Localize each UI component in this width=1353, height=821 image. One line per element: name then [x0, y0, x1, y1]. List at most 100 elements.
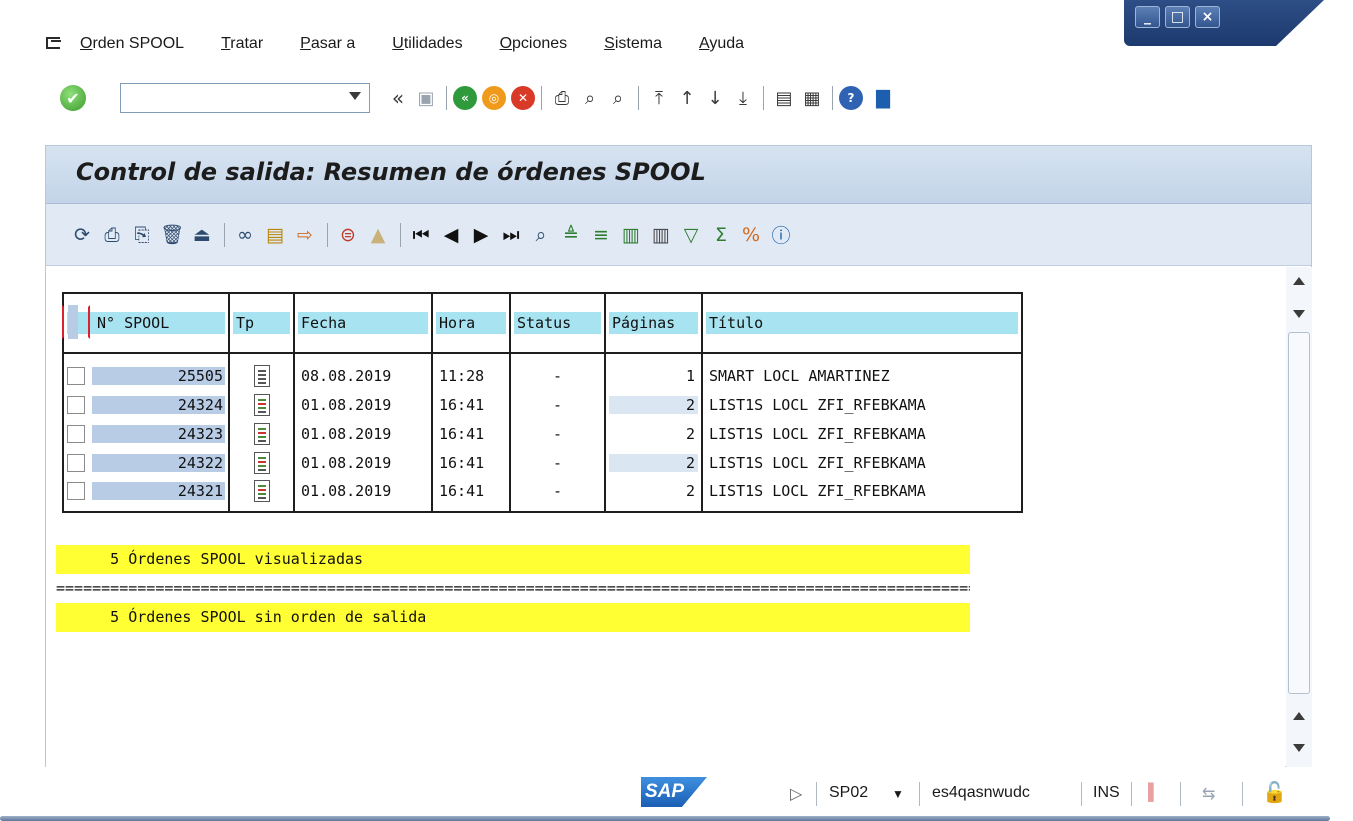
expand-status-icon[interactable]: ▷ [790, 784, 802, 804]
table-row[interactable]: 25505 08.08.2019 11:28-1 SMART LOCL AMARTIN… [62, 353, 1023, 390]
header-title[interactable]: Título [701, 292, 1023, 354]
back-icon[interactable]: « [453, 86, 477, 110]
display-in-maximum-icon[interactable]: ▤ [261, 221, 289, 249]
exit-icon[interactable]: ◎ [482, 86, 506, 110]
lock-icon[interactable]: 🔓 [1262, 780, 1287, 805]
system-menu-icon[interactable] [42, 34, 66, 54]
delete-icon[interactable]: 🗑 [158, 221, 186, 249]
transaction-dropdown-icon[interactable]: ▼ [892, 787, 904, 801]
print-directly-icon[interactable]: ⎙ [98, 221, 126, 249]
list-icon[interactable] [253, 451, 270, 474]
insert-mode[interactable]: INS [1093, 784, 1120, 802]
save-icon[interactable]: ▣ [412, 84, 440, 112]
table-row[interactable]: 24323 01.08.2019 16:41-2 LIST1S LOCL ZFI_RF… [62, 419, 1023, 448]
cell-pages: 2 [604, 448, 703, 477]
cell-status: - [509, 390, 606, 419]
last-page-icon[interactable]: ⤓ [729, 84, 757, 112]
shortcut-icon[interactable]: ▦ [798, 84, 826, 112]
display-contents-icon[interactable]: ∞ [231, 221, 259, 249]
menu-item[interactable]: Utilidades [392, 35, 462, 53]
maximize-button[interactable]: □ [1165, 6, 1190, 28]
cell-status: - [509, 448, 606, 477]
header-type[interactable]: Tp [228, 292, 295, 354]
document-icon[interactable] [253, 365, 270, 387]
menu-label: yuda [709, 35, 745, 52]
scroll-page-down-icon[interactable] [1293, 744, 1305, 752]
vertical-scrollbar[interactable] [1286, 267, 1312, 767]
first-entry-icon[interactable]: ⏮ [407, 221, 435, 249]
row-checkbox[interactable] [67, 482, 85, 500]
next-page-icon[interactable]: ↓ [701, 84, 729, 112]
sort-descending-icon[interactable]: ≡ [587, 221, 615, 249]
list-icon[interactable] [253, 422, 270, 445]
refresh-icon[interactable]: ⟳ [68, 221, 96, 249]
last-entry-icon[interactable]: ⏭ [497, 221, 525, 249]
row-checkbox[interactable] [67, 395, 85, 414]
row-checkbox[interactable] [67, 367, 85, 385]
find-icon[interactable]: ⌕ [576, 84, 604, 112]
scroll-up-icon[interactable] [1293, 277, 1305, 285]
spool-number[interactable]: 24324 [92, 395, 225, 414]
command-input[interactable] [121, 84, 341, 112]
print-with-changed-params-icon[interactable]: ⎘ [128, 221, 156, 249]
column-selection-marker[interactable] [62, 305, 90, 339]
table-row[interactable]: 24324 01.08.2019 16:41-2 LIST1S LOCL ZFI_RF… [62, 390, 1023, 419]
menu-item[interactable]: Orden SPOOL [80, 35, 184, 53]
row-checkbox[interactable] [67, 453, 85, 472]
menu-item[interactable]: Opciones [500, 35, 568, 53]
layout-icon[interactable]: ▇ [869, 84, 897, 112]
menu-mnemonic: T [221, 35, 231, 52]
save-layout-icon[interactable]: ▥ [647, 221, 675, 249]
total-icon[interactable]: Σ [707, 221, 735, 249]
row-checkbox[interactable] [67, 424, 85, 443]
spool-number[interactable]: 24323 [92, 424, 225, 443]
forward-icon[interactable]: ⇨ [291, 221, 319, 249]
menu-item[interactable]: Sistema [604, 35, 662, 53]
select-layout-icon[interactable]: ▥ [617, 221, 645, 249]
list-icon[interactable] [253, 393, 270, 416]
enter-icon[interactable]: ✔ [60, 85, 86, 111]
scroll-down-icon[interactable] [1293, 310, 1305, 318]
output-requests-icon[interactable]: ⊜ [334, 221, 362, 249]
table-row[interactable]: 24321 01.08.2019 16:41-2 LIST1S LOCL ZFI_RF… [62, 477, 1023, 513]
transaction-code[interactable]: SP02 [829, 784, 868, 802]
send-icon[interactable]: ⏏ [188, 221, 216, 249]
first-page-icon[interactable]: ⤒ [645, 84, 673, 112]
table-row[interactable]: 24322 01.08.2019 16:41-2 LIST1S LOCL ZFI_RF… [62, 448, 1023, 477]
scroll-thumb[interactable] [1288, 332, 1310, 694]
find-icon[interactable]: ⌕ [527, 221, 555, 249]
new-session-icon[interactable]: ▤ [770, 84, 798, 112]
header-date[interactable]: Fecha [293, 292, 433, 354]
list-icon[interactable] [253, 480, 270, 502]
header-pages[interactable]: Páginas [604, 292, 703, 354]
header-status[interactable]: Status [509, 292, 606, 354]
menu-item[interactable]: Pasar a [300, 35, 355, 53]
print-icon[interactable]: ⎙ [548, 84, 576, 112]
previous-entry-icon[interactable]: ◀ [437, 221, 465, 249]
info-icon[interactable]: ⓘ [767, 221, 795, 249]
collapse-icon[interactable]: « [384, 84, 412, 112]
subtotal-icon[interactable]: % [737, 221, 765, 249]
spool-number[interactable]: 24321 [92, 482, 225, 500]
command-dropdown-icon[interactable] [349, 92, 361, 100]
output-attributes-icon[interactable]: ▲ [364, 221, 392, 249]
cell-date: 01.08.2019 [293, 477, 433, 513]
next-entry-icon[interactable]: ▶ [467, 221, 495, 249]
filter-icon[interactable]: ▽ [677, 221, 705, 249]
command-field[interactable] [120, 83, 370, 113]
window-bottom-border [0, 816, 1330, 821]
prev-page-icon[interactable]: ↑ [673, 84, 701, 112]
minimize-button[interactable]: _ [1135, 6, 1160, 28]
sort-ascending-icon[interactable]: ≜ [557, 221, 585, 249]
help-icon[interactable]: ? [839, 86, 863, 110]
scroll-page-up-icon[interactable] [1293, 712, 1305, 720]
spool-number[interactable]: 25505 [92, 367, 225, 385]
spool-number[interactable]: 24322 [92, 453, 225, 472]
find-next-icon[interactable]: ⌕ [604, 84, 632, 112]
header-time[interactable]: Hora [431, 292, 511, 354]
menu-item[interactable]: Ayuda [699, 35, 744, 53]
menu-item[interactable]: Tratar [221, 35, 263, 53]
cell-pages: 2 [604, 477, 703, 513]
cancel-icon[interactable]: ✕ [511, 86, 535, 110]
close-button[interactable]: × [1195, 6, 1220, 28]
